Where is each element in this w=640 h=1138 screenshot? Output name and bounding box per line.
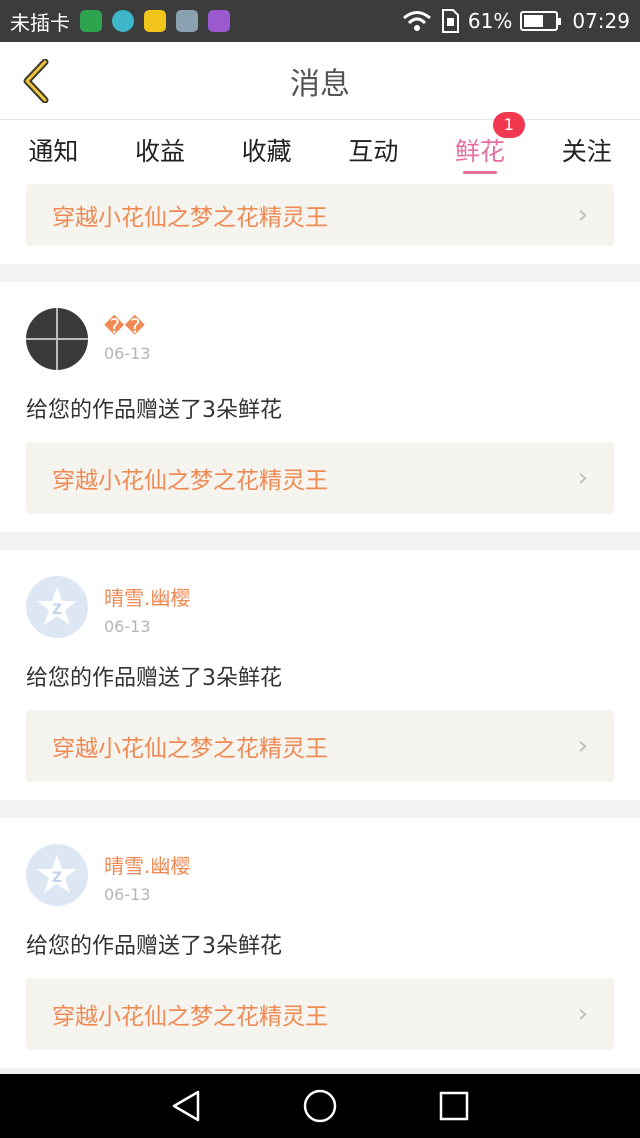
chevron-right-icon: › bbox=[577, 200, 588, 230]
moon-app-icon bbox=[112, 10, 134, 32]
clock: 07:29 bbox=[572, 9, 630, 33]
svg-text:Z: Z bbox=[52, 870, 62, 886]
active-tab-indicator bbox=[463, 171, 498, 174]
tab-notifications[interactable]: 通知 bbox=[0, 120, 107, 178]
unread-badge: 1 bbox=[492, 112, 525, 138]
tab-favorites[interactable]: 收藏 bbox=[213, 120, 320, 178]
tab-earnings[interactable]: 收益 bbox=[107, 120, 214, 178]
tab-label: 通知 bbox=[28, 137, 79, 166]
user-row: �� 06-13 bbox=[26, 308, 614, 370]
back-triangle-icon[interactable] bbox=[170, 1089, 202, 1123]
message-text: 给您的作品赠送了3朵鲜花 bbox=[26, 934, 282, 959]
gallery-app-icon bbox=[176, 10, 198, 32]
qq-default-icon: Z bbox=[37, 587, 77, 625]
svg-text:Z: Z bbox=[52, 602, 62, 618]
battery-percent: 61% bbox=[467, 9, 513, 33]
tab-interactions[interactable]: 互动 bbox=[320, 120, 427, 178]
tab-bar: 通知 收益 收藏 互动 鲜花 1 关注 bbox=[0, 112, 640, 178]
message-list: 穿越小花仙之梦之花精灵王 › �� 06-13 给您的作品赠送了3朵鲜花 穿越小… bbox=[0, 178, 640, 1074]
tab-label: 互动 bbox=[348, 137, 399, 166]
security-app-icon bbox=[80, 10, 102, 32]
work-link[interactable]: 穿越小花仙之梦之花精灵王 › bbox=[26, 184, 614, 246]
qq-default-icon: Z bbox=[37, 855, 77, 893]
app-header: 消息 bbox=[0, 42, 640, 120]
message-card-partial: 穿越小花仙之梦之花精灵王 › bbox=[0, 178, 640, 264]
tab-label: 收藏 bbox=[241, 137, 292, 166]
avatar[interactable]: Z bbox=[26, 576, 88, 638]
battery-icon bbox=[520, 11, 562, 31]
sim-card-icon bbox=[441, 9, 459, 33]
tab-label: 鲜花 bbox=[455, 137, 506, 166]
chevron-right-icon: › bbox=[577, 731, 588, 761]
user-name[interactable]: 晴雪.幽樱 bbox=[104, 582, 190, 611]
system-nav-bar bbox=[0, 1074, 640, 1138]
home-circle-icon[interactable] bbox=[302, 1088, 338, 1124]
work-title: 穿越小花仙之梦之花精灵王 bbox=[52, 468, 328, 494]
work-link[interactable]: 穿越小花仙之梦之花精灵王 › bbox=[26, 978, 614, 1050]
message-date: 06-13 bbox=[104, 344, 151, 363]
chevron-right-icon: › bbox=[577, 463, 588, 493]
back-button[interactable] bbox=[14, 58, 58, 104]
message-text: 给您的作品赠送了3朵鲜花 bbox=[26, 398, 282, 423]
work-link[interactable]: 穿越小花仙之梦之花精灵王 › bbox=[26, 710, 614, 782]
user-name[interactable]: 晴雪.幽樱 bbox=[104, 850, 190, 879]
chat-app-icon bbox=[144, 10, 166, 32]
avatar[interactable]: Z bbox=[26, 844, 88, 906]
chevron-right-icon: › bbox=[577, 999, 588, 1029]
user-name[interactable]: �� bbox=[104, 314, 151, 338]
recents-square-icon[interactable] bbox=[438, 1090, 470, 1122]
page-title: 消息 bbox=[290, 66, 350, 102]
message-card: �� 06-13 给您的作品赠送了3朵鲜花 穿越小花仙之梦之花精灵王 › bbox=[0, 282, 640, 532]
message-card: Z 晴雪.幽樱 06-13 给您的作品赠送了3朵鲜花 穿越小花仙之梦之花精灵王 … bbox=[0, 550, 640, 800]
user-row: Z 晴雪.幽樱 06-13 bbox=[26, 576, 614, 638]
tab-label: 收益 bbox=[135, 137, 186, 166]
message-card: Z 晴雪.幽樱 06-13 给您的作品赠送了3朵鲜花 穿越小花仙之梦之花精灵王 … bbox=[0, 818, 640, 1068]
carrier-label: 未插卡 bbox=[10, 10, 70, 35]
chevron-left-icon bbox=[23, 59, 49, 103]
work-link[interactable]: 穿越小花仙之梦之花精灵王 › bbox=[26, 442, 614, 514]
tab-label: 关注 bbox=[561, 137, 612, 166]
user-row: Z 晴雪.幽樱 06-13 bbox=[26, 844, 614, 906]
work-title: 穿越小花仙之梦之花精灵王 bbox=[52, 1004, 328, 1030]
work-title: 穿越小花仙之梦之花精灵王 bbox=[52, 736, 328, 762]
message-date: 06-13 bbox=[104, 617, 151, 636]
work-title: 穿越小花仙之梦之花精灵王 bbox=[52, 205, 328, 231]
message-text: 给您的作品赠送了3朵鲜花 bbox=[26, 666, 282, 691]
avatar[interactable] bbox=[26, 308, 88, 370]
wifi-icon bbox=[402, 11, 431, 31]
tab-following[interactable]: 关注 bbox=[533, 120, 640, 178]
keyboard-app-icon bbox=[208, 10, 230, 32]
message-date: 06-13 bbox=[104, 885, 151, 904]
status-bar: 未插卡 61% 07:29 bbox=[0, 0, 640, 42]
tab-flowers[interactable]: 鲜花 1 bbox=[427, 112, 534, 178]
